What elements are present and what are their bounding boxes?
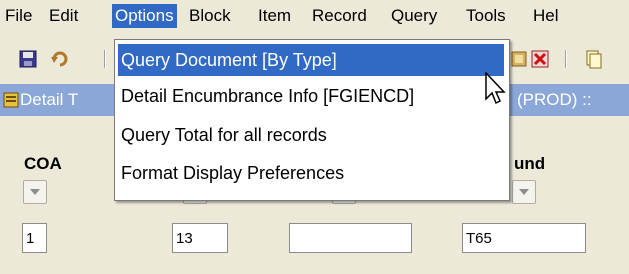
menu-file[interactable]: File [2, 4, 35, 28]
menu-options[interactable]: Options [112, 4, 177, 28]
toolbar-separator [104, 50, 106, 68]
window-title-left: Detail T [20, 90, 79, 109]
menu-option-format-display[interactable]: Format Display Preferences [118, 157, 504, 189]
menu-edit[interactable]: Edit [46, 4, 81, 28]
third-field[interactable] [289, 223, 412, 253]
delete-record-icon[interactable] [530, 49, 550, 69]
menu-help[interactable]: Hel [530, 4, 562, 28]
menu-option-detail-encumbrance[interactable]: Detail Encumbrance Info [FGIENCD] [118, 80, 504, 112]
save-icon[interactable] [18, 49, 38, 69]
toolbar-item-icon[interactable] [509, 49, 529, 69]
menu-item[interactable]: Item [255, 4, 294, 28]
form-window-icon [3, 92, 19, 108]
second-field[interactable]: 13 [172, 223, 228, 253]
fund-field[interactable]: T65 [462, 223, 586, 253]
menu-tools[interactable]: Tools [463, 4, 509, 28]
menu-block[interactable]: Block [186, 4, 234, 28]
mouse-pointer-icon [485, 72, 506, 105]
window-title-right: (PROD) :: [517, 90, 592, 109]
fund-dropdown-button[interactable] [512, 180, 536, 204]
toolbar-separator [565, 50, 567, 68]
rollback-icon[interactable] [50, 49, 70, 69]
menu-option-query-total[interactable]: Query Total for all records [118, 119, 504, 151]
coa-header: COA [24, 154, 62, 173]
menu-record[interactable]: Record [309, 4, 370, 28]
options-menu: Query Document [By Type] Detail Encumbra… [114, 39, 510, 201]
menu-option-query-document[interactable]: Query Document [By Type] [118, 44, 504, 76]
fund-header: und [514, 154, 546, 173]
document-icon[interactable] [584, 49, 604, 69]
menu-bar: File Edit Options Block Item Record Quer… [0, 0, 629, 32]
menu-query[interactable]: Query [388, 4, 440, 28]
coa-field[interactable]: 1 [22, 223, 47, 253]
coa-dropdown-button[interactable] [23, 180, 47, 204]
